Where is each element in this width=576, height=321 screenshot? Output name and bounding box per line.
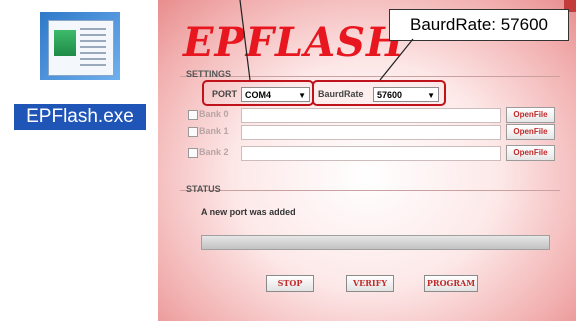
baudrate-leader-line — [379, 38, 414, 81]
port-leader-line — [239, 0, 251, 81]
callout-leader-lines — [239, 0, 414, 81]
